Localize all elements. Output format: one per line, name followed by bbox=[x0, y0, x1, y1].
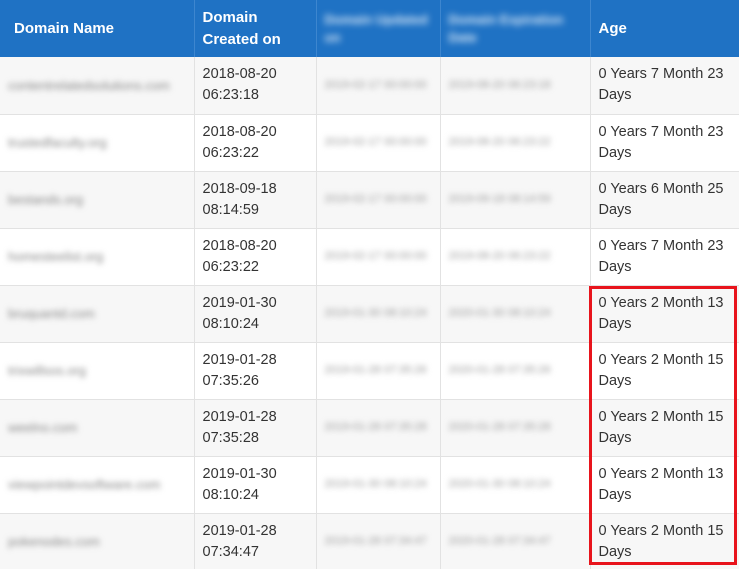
table-row[interactable]: bestands.org 2018-09-18 08:14:59 2019-02-1… bbox=[0, 171, 739, 229]
header-updated-on[interactable]: Domain Updated on bbox=[316, 0, 441, 57]
domain-age-view: Domain Name Domain Created on Domain Upd… bbox=[0, 0, 739, 569]
cell-updated-on-text: 2019-01-28 07:35:28 bbox=[324, 421, 427, 433]
cell-updated-on: 2019-01-30 08:10:24 bbox=[316, 456, 441, 514]
cell-age: 0 Years 2 Month 15 Days bbox=[590, 342, 739, 400]
cell-domain-name-text: homesteelist.org bbox=[8, 249, 104, 264]
cell-age: 0 Years 2 Month 15 Days bbox=[590, 513, 739, 569]
cell-expiration-date-text: 2020-01-28 07:35:26 bbox=[448, 364, 551, 376]
cell-domain-name: trixwillsos.org bbox=[0, 342, 195, 400]
cell-domain-name: bruquantd.com bbox=[0, 285, 195, 343]
cell-created-on: 2019-01-28 07:35:26 bbox=[194, 342, 317, 400]
table-body: contentrelatedsolutions.com 2018-08-20 06… bbox=[0, 57, 739, 569]
domain-table: Domain Name Domain Created on Domain Upd… bbox=[0, 0, 739, 569]
cell-domain-name-text: trixwillsos.org bbox=[8, 363, 87, 378]
cell-expiration-date-text: 2020-01-30 08:10:24 bbox=[448, 307, 551, 319]
cell-expiration-date: 2019-08-20 06:23:22 bbox=[440, 228, 591, 286]
cell-expiration-date-text: 2020-01-30 08:10:24 bbox=[448, 478, 551, 490]
cell-domain-name: viewpointdevsoftware.com bbox=[0, 456, 195, 514]
table-row[interactable]: homesteelist.org 2018-08-20 06:23:22 2019-… bbox=[0, 228, 739, 286]
cell-expiration-date-text: 2019-09-18 08:14:59 bbox=[448, 193, 551, 205]
table-row[interactable]: trustedfaculty.org 2018-08-20 06:23:22 201… bbox=[0, 114, 739, 172]
cell-expiration-date: 2020-01-28 07:35:26 bbox=[440, 342, 591, 400]
cell-expiration-date: 2020-01-30 08:10:24 bbox=[440, 285, 591, 343]
cell-updated-on-text: 2019-02-17 00:00:00 bbox=[324, 78, 427, 91]
cell-created-on: 2018-08-20 06:23:18 bbox=[194, 57, 317, 115]
cell-created-on: 2018-09-18 08:14:59 bbox=[194, 171, 317, 229]
table-row[interactable]: pokenodes.com 2019-01-28 07:34:47 2019-01-… bbox=[0, 513, 739, 569]
header-created-on[interactable]: Domain Created on bbox=[194, 0, 317, 57]
cell-expiration-date: 2020-01-28 07:35:28 bbox=[440, 399, 591, 457]
header-age[interactable]: Age bbox=[590, 0, 739, 57]
cell-updated-on-text: 2019-01-30 08:10:24 bbox=[324, 478, 427, 490]
cell-updated-on-text: 2019-02-17 00:00:00 bbox=[324, 193, 427, 205]
cell-expiration-date-text: 2019-08-20 06:23:22 bbox=[448, 136, 551, 148]
cell-updated-on-text: 2019-02-17 00:00:00 bbox=[324, 250, 427, 262]
cell-expiration-date-text: 2019-08-20 06:23:18 bbox=[448, 78, 551, 91]
cell-domain-name: pokenodes.com bbox=[0, 513, 195, 569]
cell-expiration-date: 2019-08-20 06:23:18 bbox=[440, 57, 591, 115]
cell-domain-name: trustedfaculty.org bbox=[0, 114, 195, 172]
cell-domain-name-text: contentrelatedsolutions.com bbox=[8, 77, 170, 93]
cell-updated-on-text: 2019-01-28 07:34:47 bbox=[324, 535, 427, 547]
cell-age: 0 Years 7 Month 23 Days bbox=[590, 57, 739, 115]
cell-domain-name: homesteelist.org bbox=[0, 228, 195, 286]
cell-domain-name: contentrelatedsolutions.com bbox=[0, 57, 195, 115]
header-updated-on-label: Domain Updated on bbox=[324, 11, 428, 45]
cell-expiration-date-text: 2020-01-28 07:35:28 bbox=[448, 421, 551, 433]
cell-created-on: 2019-01-28 07:34:47 bbox=[194, 513, 317, 569]
cell-expiration-date: 2019-09-18 08:14:59 bbox=[440, 171, 591, 229]
table-row[interactable]: weelno.com 2019-01-28 07:35:28 2019-01-28 … bbox=[0, 399, 739, 457]
cell-created-on: 2019-01-30 08:10:24 bbox=[194, 285, 317, 343]
cell-expiration-date: 2019-08-20 06:23:22 bbox=[440, 114, 591, 172]
cell-domain-name: weelno.com bbox=[0, 399, 195, 457]
table-row[interactable]: contentrelatedsolutions.com 2018-08-20 06… bbox=[0, 57, 739, 115]
cell-created-on: 2018-08-20 06:23:22 bbox=[194, 114, 317, 172]
cell-age: 0 Years 7 Month 23 Days bbox=[590, 228, 739, 286]
header-expiration-date-label: Domain Expiration Date bbox=[448, 11, 564, 45]
table-row[interactable]: viewpointdevsoftware.com 2019-01-30 08:10… bbox=[0, 456, 739, 514]
cell-created-on: 2019-01-30 08:10:24 bbox=[194, 456, 317, 514]
cell-age: 0 Years 2 Month 13 Days bbox=[590, 456, 739, 514]
cell-age: 0 Years 2 Month 13 Days bbox=[590, 285, 739, 343]
cell-age: 0 Years 2 Month 15 Days bbox=[590, 399, 739, 457]
cell-created-on: 2018-08-20 06:23:22 bbox=[194, 228, 317, 286]
cell-updated-on-text: 2019-01-30 08:10:24 bbox=[324, 307, 427, 319]
cell-domain-name-text: trustedfaculty.org bbox=[8, 135, 107, 150]
cell-expiration-date-text: 2019-08-20 06:23:22 bbox=[448, 250, 551, 262]
cell-updated-on: 2019-01-28 07:35:26 bbox=[316, 342, 441, 400]
table-row[interactable]: bruquantd.com 2019-01-30 08:10:24 2019-01-… bbox=[0, 285, 739, 343]
cell-expiration-date: 2020-01-30 08:10:24 bbox=[440, 456, 591, 514]
cell-domain-name-text: bestands.org bbox=[8, 192, 84, 207]
header-domain-name[interactable]: Domain Name bbox=[0, 0, 195, 57]
table-header: Domain Name Domain Created on Domain Upd… bbox=[0, 0, 739, 57]
cell-updated-on: 2019-01-28 07:34:47 bbox=[316, 513, 441, 569]
cell-updated-on: 2019-01-30 08:10:24 bbox=[316, 285, 441, 343]
cell-expiration-date: 2020-01-28 07:34:47 bbox=[440, 513, 591, 569]
cell-updated-on-text: 2019-02-17 00:00:00 bbox=[324, 136, 427, 148]
header-row: Domain Name Domain Created on Domain Upd… bbox=[0, 0, 739, 57]
header-expiration-date[interactable]: Domain Expiration Date bbox=[440, 0, 591, 57]
cell-updated-on-text: 2019-01-28 07:35:26 bbox=[324, 364, 427, 376]
cell-updated-on: 2019-01-28 07:35:28 bbox=[316, 399, 441, 457]
cell-domain-name-text: bruquantd.com bbox=[8, 306, 95, 321]
cell-created-on: 2019-01-28 07:35:28 bbox=[194, 399, 317, 457]
cell-updated-on: 2019-02-17 00:00:00 bbox=[316, 114, 441, 172]
cell-age: 0 Years 6 Month 25 Days bbox=[590, 171, 739, 229]
cell-domain-name-text: viewpointdevsoftware.com bbox=[8, 477, 161, 492]
cell-updated-on: 2019-02-17 00:00:00 bbox=[316, 228, 441, 286]
cell-domain-name: bestands.org bbox=[0, 171, 195, 229]
cell-domain-name-text: pokenodes.com bbox=[8, 534, 100, 549]
cell-age: 0 Years 7 Month 23 Days bbox=[590, 114, 739, 172]
cell-updated-on: 2019-02-17 00:00:00 bbox=[316, 57, 441, 115]
cell-expiration-date-text: 2020-01-28 07:34:47 bbox=[448, 535, 551, 547]
cell-updated-on: 2019-02-17 00:00:00 bbox=[316, 171, 441, 229]
cell-domain-name-text: weelno.com bbox=[8, 420, 78, 435]
table-row[interactable]: trixwillsos.org 2019-01-28 07:35:26 2019-0… bbox=[0, 342, 739, 400]
